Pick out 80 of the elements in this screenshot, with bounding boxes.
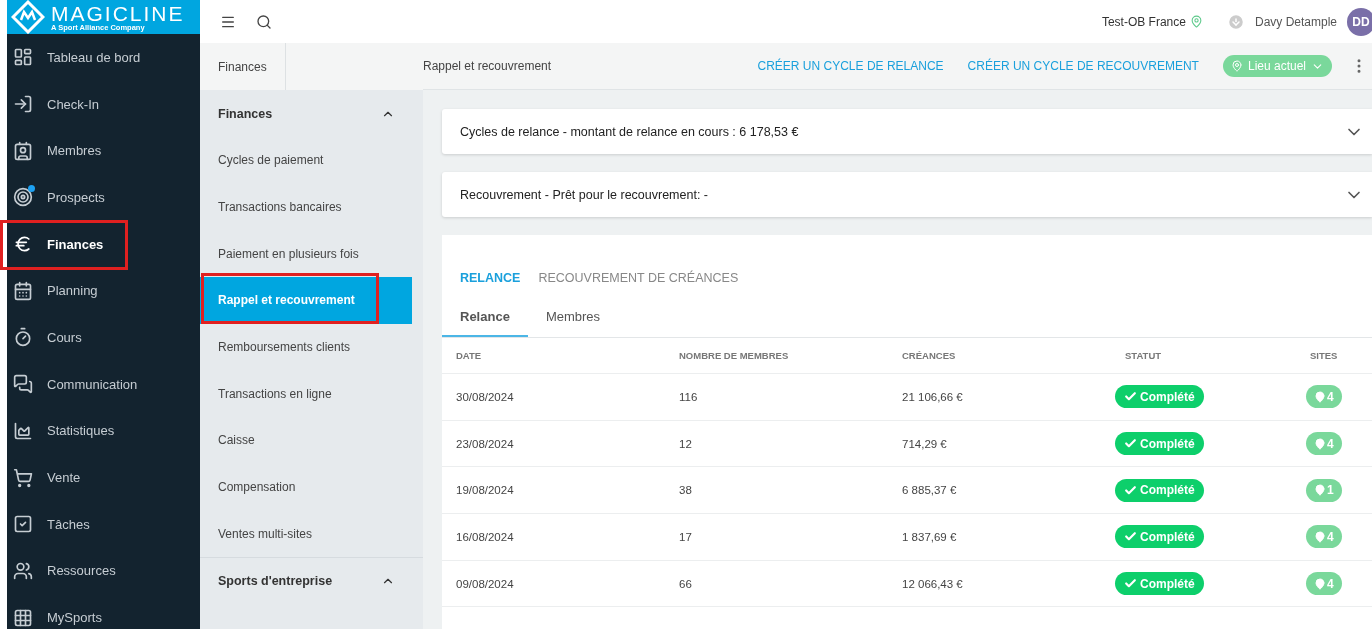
cart-icon <box>13 467 33 488</box>
column-header: STATUT <box>1125 350 1163 361</box>
table-cell-text: 12 <box>679 437 693 450</box>
sidebar-item[interactable]: Statistiques <box>7 407 200 455</box>
section-header[interactable]: Finances <box>200 90 423 137</box>
status-badge: Complété <box>1115 525 1204 549</box>
subtab[interactable]: Membres <box>527 297 619 337</box>
collapsible-panel[interactable]: Cycles de relance - montant de relance en cours : 6 178,53 € <box>442 109 1372 154</box>
submenu-item[interactable]: Compensation <box>200 463 412 511</box>
table-cell-text: 19/08/2024 <box>456 484 515 497</box>
sidebar-item[interactable]: Membres <box>7 127 200 175</box>
table-cell-text: 16/08/2024 <box>456 530 515 543</box>
chat-icon <box>13 374 33 395</box>
status-badge: Complété <box>1115 572 1204 596</box>
checkbox-icon <box>13 514 33 535</box>
sidebar-item[interactable]: Prospects <box>7 174 200 221</box>
table-cell-text: 09/08/2024 <box>456 577 515 590</box>
column-header: CRÉANCES <box>902 350 957 361</box>
user-avatar[interactable]: DD <box>1347 7 1372 36</box>
table-cell-text: 714,29 € <box>902 437 948 450</box>
sidebar-item[interactable]: Vente <box>7 454 200 501</box>
brand-name: MAGICLINE <box>51 2 185 24</box>
map-pin-icon <box>1230 60 1243 72</box>
dashboard-icon <box>13 47 33 68</box>
map-pin-icon <box>1189 15 1203 28</box>
map-pin-icon <box>1314 390 1326 403</box>
login-icon <box>13 94 33 115</box>
table-cell-text: 17 <box>679 530 693 543</box>
submenu-item[interactable]: Paiement en plusieurs fois <box>200 230 412 278</box>
column-header: NOMBRE DE MEMBRES <box>679 350 790 361</box>
tab[interactable]: RECOUVREMENT DE CRÉANCES <box>538 271 739 285</box>
table-cell-text: 21 106,66 € <box>902 390 964 403</box>
sidebar-item[interactable]: Tâches <box>7 500 200 548</box>
status-badge: Complété <box>1115 432 1204 456</box>
table-cell-text: 23/08/2024 <box>456 437 515 450</box>
submenu-item[interactable]: Cycles de paiement <box>200 137 412 184</box>
submenu-item[interactable]: Transactions bancaires <box>200 183 412 231</box>
target-icon <box>13 187 33 208</box>
location-name[interactable]: Test-OB France <box>1101 14 1186 29</box>
sidebar-item[interactable]: Planning <box>7 267 200 315</box>
submenu-item[interactable]: Caisse <box>200 417 412 464</box>
subtab[interactable]: Relance <box>442 297 528 337</box>
map-pin-icon <box>1314 577 1326 590</box>
check-icon <box>1124 483 1137 497</box>
calendar-icon <box>13 280 33 301</box>
breadcrumb-link[interactable]: Finances <box>200 43 286 90</box>
submenu-item[interactable]: Ventes multi-sites <box>200 510 412 558</box>
column-header: SITES <box>1310 350 1339 361</box>
table-cell-text: 30/08/2024 <box>456 390 515 403</box>
submenu-item[interactable]: Remboursements clients <box>200 323 412 371</box>
user-name[interactable]: Davy Detample <box>1254 14 1337 29</box>
users-icon <box>13 560 33 581</box>
logo-icon <box>11 0 45 34</box>
sidebar-item[interactable]: Ressources <box>7 547 200 595</box>
table-cell-text: 1 837,69 € <box>902 530 958 543</box>
map-pin-icon <box>1314 437 1326 450</box>
status-badge: Complété <box>1115 478 1204 502</box>
table-cell-text: 66 <box>679 577 693 590</box>
status-badge: Complété <box>1115 385 1204 409</box>
breadcrumb-current: Rappel et recouvrement <box>423 58 553 75</box>
chart-icon <box>13 420 33 441</box>
search-icon[interactable] <box>256 13 272 30</box>
sidebar-item[interactable]: MySports <box>7 594 200 629</box>
collapsible-panel[interactable]: Recouvrement - Prêt pour le recouvrement: - <box>442 172 1372 217</box>
grid-icon <box>13 607 33 628</box>
stopwatch-icon <box>13 327 33 348</box>
sidebar-item[interactable]: Cours <box>7 314 200 361</box>
sidebar-item[interactable]: Check-In <box>7 80 200 128</box>
column-header: DATE <box>456 350 483 361</box>
table-cell-text: 6 885,37 € <box>902 484 958 497</box>
contact-card-icon <box>13 140 33 161</box>
sidebar-item[interactable]: Tableau de bord <box>7 34 200 81</box>
sidebar-item[interactable]: Finances <box>7 220 200 268</box>
table-cell-text: 116 <box>679 390 699 403</box>
submenu-item[interactable]: Transactions en ligne <box>200 370 412 418</box>
map-pin-icon <box>1314 484 1326 497</box>
table-cell-text: 12 066,43 € <box>902 577 964 590</box>
sidebar-item[interactable]: Communication <box>7 360 200 408</box>
map-pin-icon <box>1314 530 1326 543</box>
table-cell-text: 38 <box>679 484 693 497</box>
